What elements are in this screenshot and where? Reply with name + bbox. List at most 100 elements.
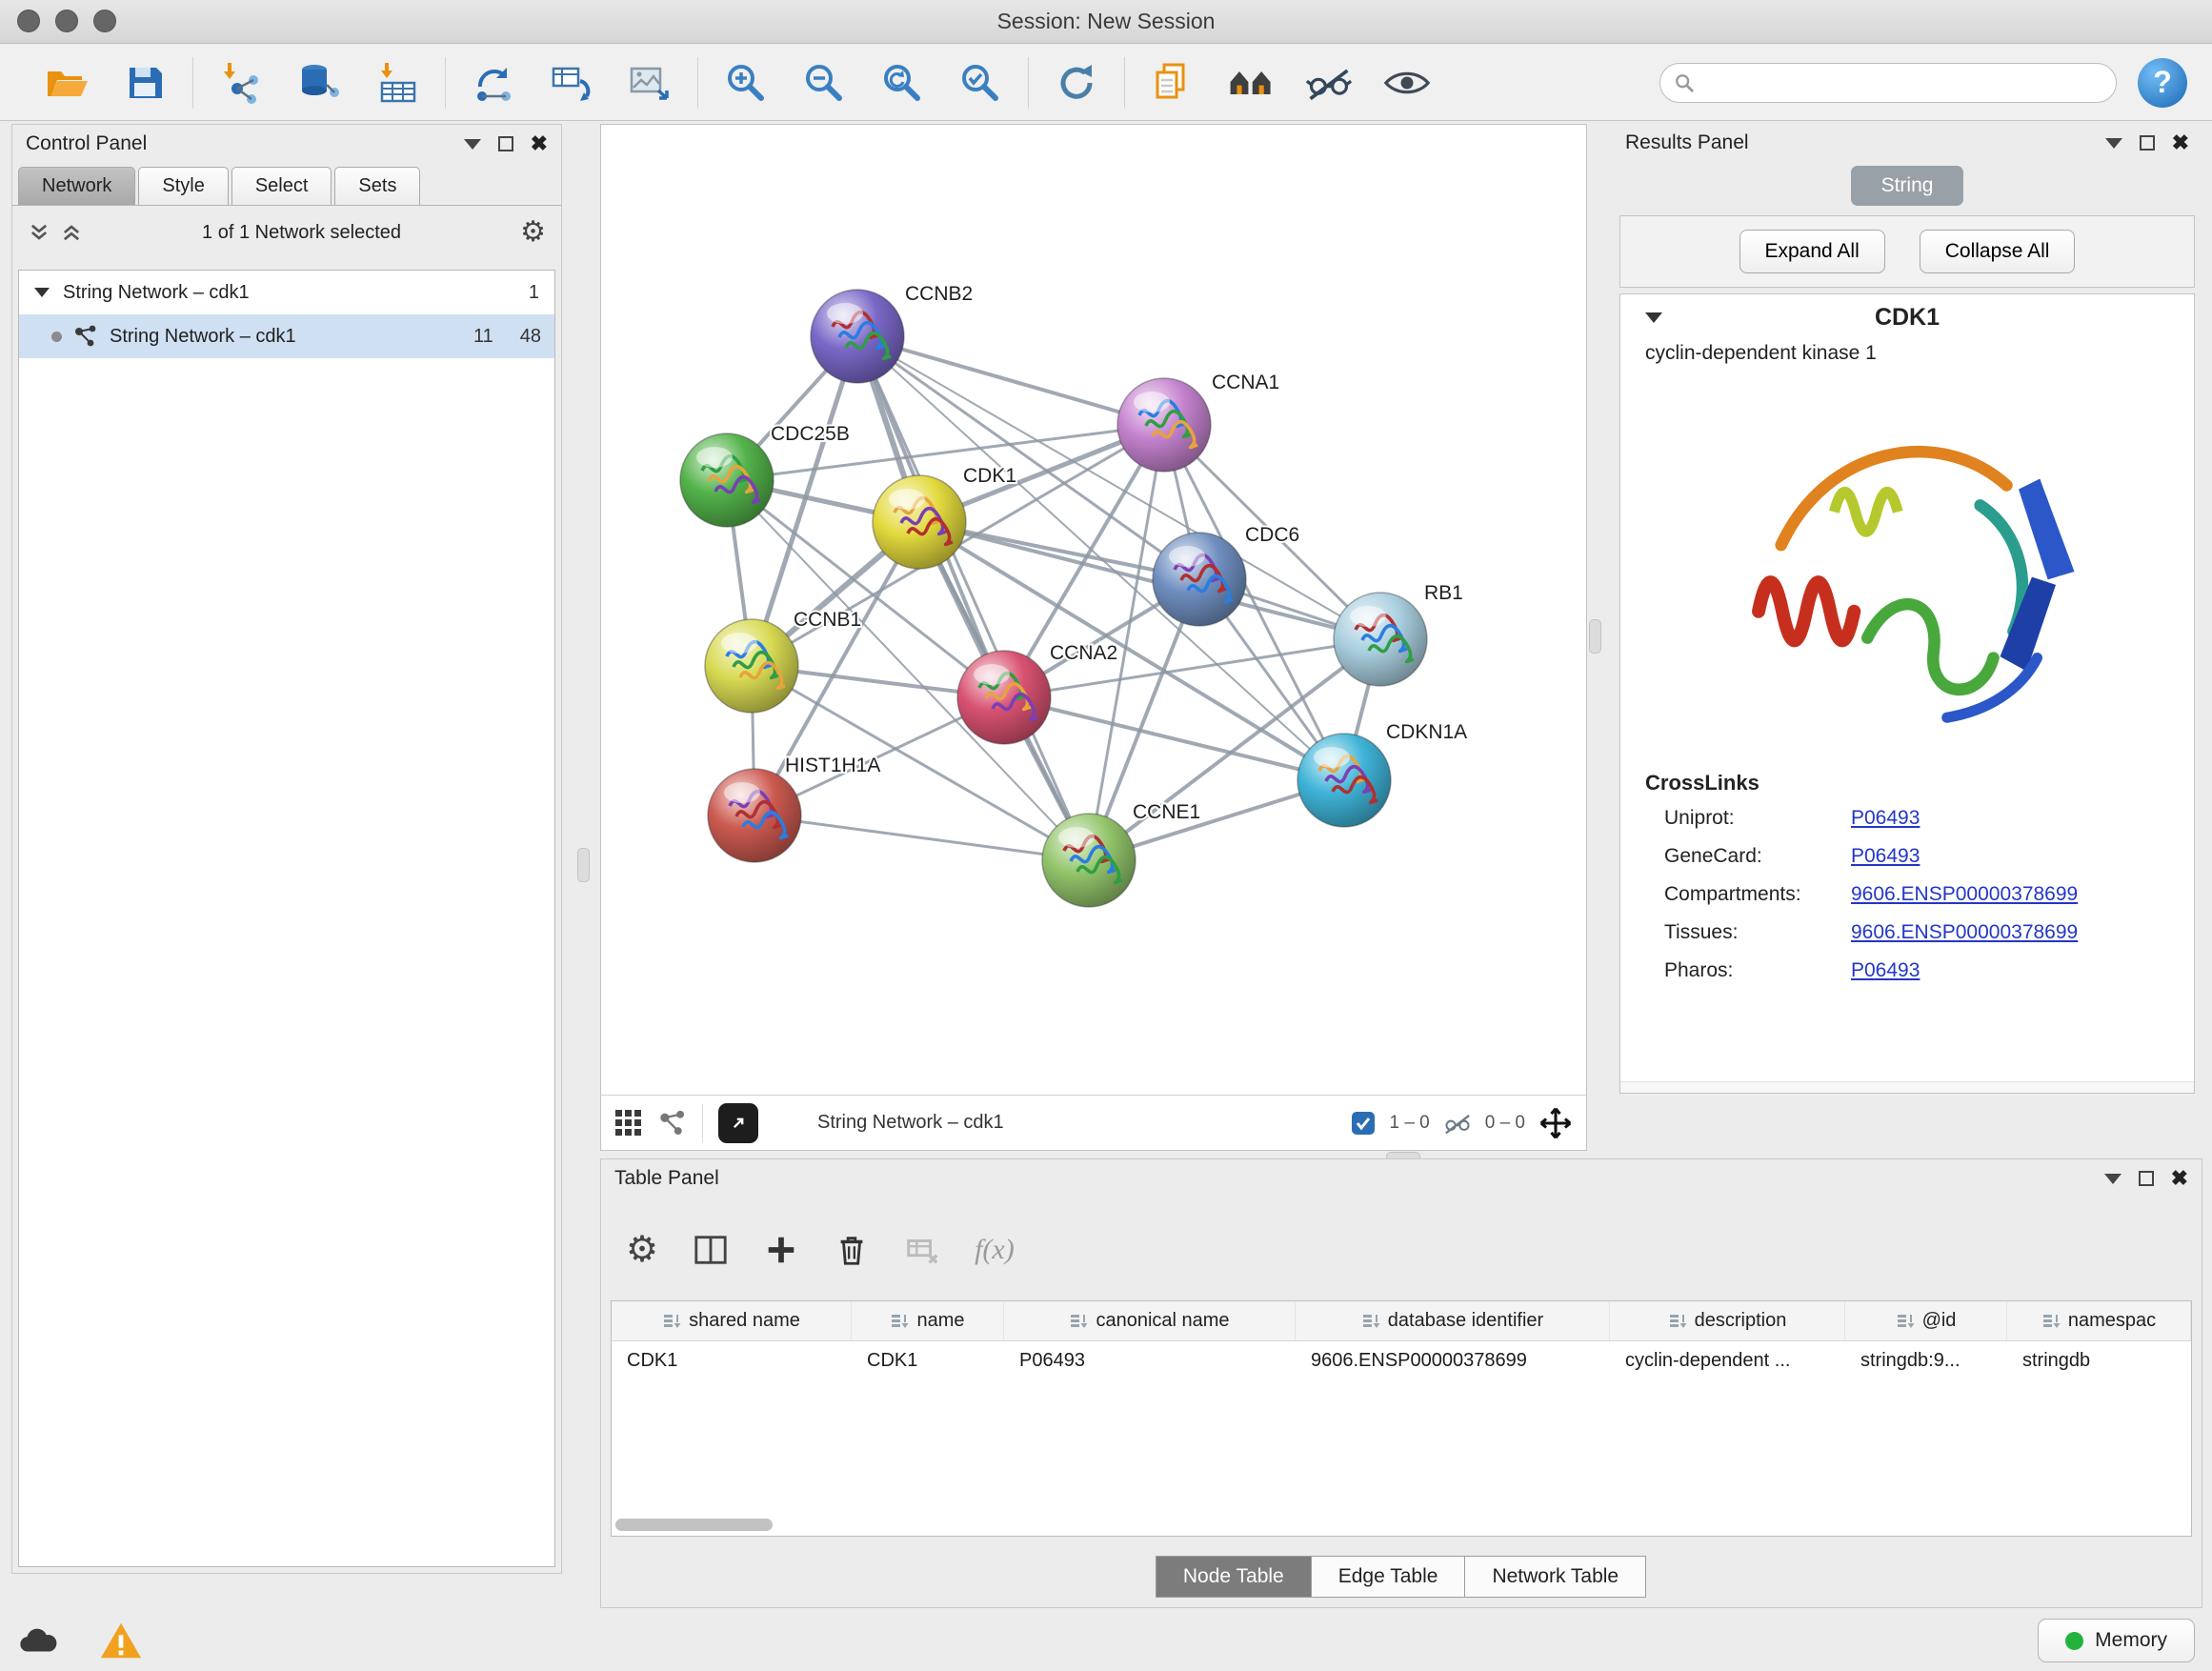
tab-edge-table[interactable]: Edge Table	[1311, 1556, 1466, 1598]
first-neighbors-button[interactable]	[1226, 58, 1276, 108]
pan-crosshair-icon[interactable]	[1538, 1106, 1573, 1140]
export-image-button[interactable]	[625, 58, 674, 108]
table-cell[interactable]: cyclin-dependent ...	[1610, 1341, 1845, 1381]
zoom-window-button[interactable]	[93, 10, 116, 32]
table-settings-gear-icon[interactable]: ⚙	[626, 1232, 658, 1268]
panel-close-icon[interactable]: ✖	[2171, 1168, 2188, 1189]
network-node-CCNB1[interactable]: CCNB1	[705, 609, 861, 713]
panel-collapse-icon[interactable]	[2105, 138, 2122, 149]
detach-view-button[interactable]	[718, 1103, 758, 1143]
table-cell[interactable]: stringdb	[2007, 1341, 2191, 1381]
network-view-icon[interactable]	[658, 1109, 687, 1137]
panel-collapse-icon[interactable]	[464, 139, 481, 150]
tab-network-table[interactable]: Network Table	[1464, 1556, 1646, 1598]
help-button[interactable]: ?	[2138, 58, 2187, 108]
column-header[interactable]: @id	[1845, 1301, 2007, 1340]
expand-all-button[interactable]: Expand All	[1739, 230, 1885, 273]
column-header[interactable]: shared name	[612, 1301, 852, 1340]
import-table-button[interactable]	[372, 58, 422, 108]
search-input[interactable]	[1702, 71, 2102, 93]
panel-float-icon[interactable]	[498, 136, 513, 151]
memory-button[interactable]: Memory	[2038, 1619, 2195, 1662]
gear-icon[interactable]: ⚙	[520, 218, 546, 247]
network-view[interactable]: CCNB2CCNA1CDC25BCDK1CDC6RB1CCNB1CCNA2CDK…	[600, 124, 1587, 1151]
cloud-icon[interactable]	[17, 1619, 61, 1662]
tab-string[interactable]: String	[1851, 166, 1963, 206]
table-cell[interactable]: 9606.ENSP00000378699	[1296, 1341, 1610, 1381]
network-node-RB1[interactable]: RB1	[1334, 582, 1463, 686]
network-node-CCNB2[interactable]: CCNB2	[811, 283, 973, 383]
network-node-CDC6[interactable]: CDC6	[1153, 524, 1299, 626]
scrollbar-thumb[interactable]	[615, 1519, 773, 1531]
table-row[interactable]: CDK1 CDK1 P06493 9606.ENSP00000378699 cy…	[612, 1341, 2191, 1381]
gene-section-header[interactable]: CDK1	[1620, 294, 2194, 340]
close-window-button[interactable]	[17, 10, 40, 32]
new-network-button[interactable]	[469, 58, 518, 108]
zoom-fit-button[interactable]	[877, 58, 927, 108]
apply-layout-button[interactable]	[1052, 58, 1101, 108]
network-node-CDK1[interactable]: CDK1	[873, 465, 1016, 569]
tab-network[interactable]: Network	[18, 167, 135, 205]
network-canvas[interactable]: CCNB2CCNA1CDC25BCDK1CDC6RB1CCNB1CCNA2CDK…	[601, 125, 1586, 1093]
network-edge-HIST1H1A-CCNE1[interactable]	[754, 815, 1089, 860]
splitter-handle[interactable]	[577, 848, 590, 882]
add-column-icon[interactable]	[763, 1232, 799, 1268]
show-columns-icon[interactable]	[693, 1232, 729, 1268]
expand-all-tree-icon[interactable]	[28, 221, 50, 244]
crosslink-link[interactable]: P06493	[1851, 807, 1920, 830]
panel-float-icon[interactable]	[2139, 1171, 2154, 1186]
grid-view-icon[interactable]	[614, 1109, 643, 1137]
import-network-file-button[interactable]	[216, 58, 266, 108]
collapse-all-tree-icon[interactable]	[60, 221, 83, 244]
splitter-handle[interactable]	[1589, 619, 1601, 654]
zoom-in-button[interactable]	[721, 58, 771, 108]
network-edge-CDK1-RB1[interactable]	[919, 522, 1380, 639]
import-network-database-button[interactable]	[294, 58, 344, 108]
disclosure-triangle-icon[interactable]	[1645, 312, 1662, 323]
zoom-out-button[interactable]	[799, 58, 849, 108]
network-edge-CCNB2-CCNE1[interactable]	[857, 336, 1089, 860]
network-node-HIST1H1A[interactable]: HIST1H1A	[708, 755, 880, 862]
network-node-CCNA1[interactable]: CCNA1	[1117, 372, 1279, 472]
panel-close-icon[interactable]: ✖	[531, 133, 548, 154]
network-collection-row[interactable]: String Network – cdk1 1	[19, 271, 554, 314]
network-node-CCNA2[interactable]: CCNA2	[957, 642, 1117, 744]
delete-column-icon[interactable]	[834, 1232, 870, 1268]
results-scrollbar[interactable]	[1620, 1081, 2194, 1093]
crosslink-link[interactable]: 9606.ENSP00000378699	[1851, 883, 2078, 906]
horizontal-scrollbar[interactable]	[615, 1519, 2187, 1532]
table-cell[interactable]: CDK1	[612, 1341, 852, 1381]
show-all-button[interactable]	[1382, 58, 1432, 108]
crosslink-link[interactable]: 9606.ENSP00000378699	[1851, 921, 2078, 944]
panel-collapse-icon[interactable]	[2104, 1174, 2122, 1184]
tab-node-table[interactable]: Node Table	[1156, 1556, 1312, 1598]
save-session-button[interactable]	[120, 58, 170, 108]
collapse-all-button[interactable]: Collapse All	[1920, 230, 2076, 273]
selected-checkbox-icon[interactable]	[1351, 1111, 1376, 1136]
disclosure-triangle-icon[interactable]	[34, 288, 50, 297]
warning-icon[interactable]	[99, 1619, 143, 1662]
column-header[interactable]: namespac	[2007, 1301, 2191, 1340]
table-cell[interactable]: P06493	[1004, 1341, 1296, 1381]
copy-document-button[interactable]	[1148, 58, 1197, 108]
column-header[interactable]: database identifier	[1296, 1301, 1610, 1340]
tab-sets[interactable]: Sets	[334, 167, 420, 205]
column-header[interactable]: description	[1610, 1301, 1845, 1340]
crosslink-link[interactable]: P06493	[1851, 845, 1920, 868]
zoom-selected-button[interactable]	[955, 58, 1005, 108]
hide-selected-button[interactable]	[1304, 58, 1354, 108]
minimize-window-button[interactable]	[55, 10, 78, 32]
panel-close-icon[interactable]: ✖	[2172, 132, 2189, 153]
table-cell[interactable]: CDK1	[852, 1341, 1004, 1381]
table-cell[interactable]: stringdb:9...	[1845, 1341, 2007, 1381]
clone-network-button[interactable]	[547, 58, 596, 108]
network-edge-CCNB2-CCNA1[interactable]	[857, 336, 1164, 425]
column-header[interactable]: canonical name	[1004, 1301, 1296, 1340]
tab-select[interactable]: Select	[231, 167, 332, 205]
network-row-selected[interactable]: String Network – cdk1 11 48	[19, 314, 554, 358]
tab-style[interactable]: Style	[138, 167, 228, 205]
open-session-button[interactable]	[42, 58, 91, 108]
import-table-disabled-icon[interactable]	[904, 1232, 940, 1268]
panel-float-icon[interactable]	[2140, 135, 2155, 151]
column-header[interactable]: name	[852, 1301, 1004, 1340]
